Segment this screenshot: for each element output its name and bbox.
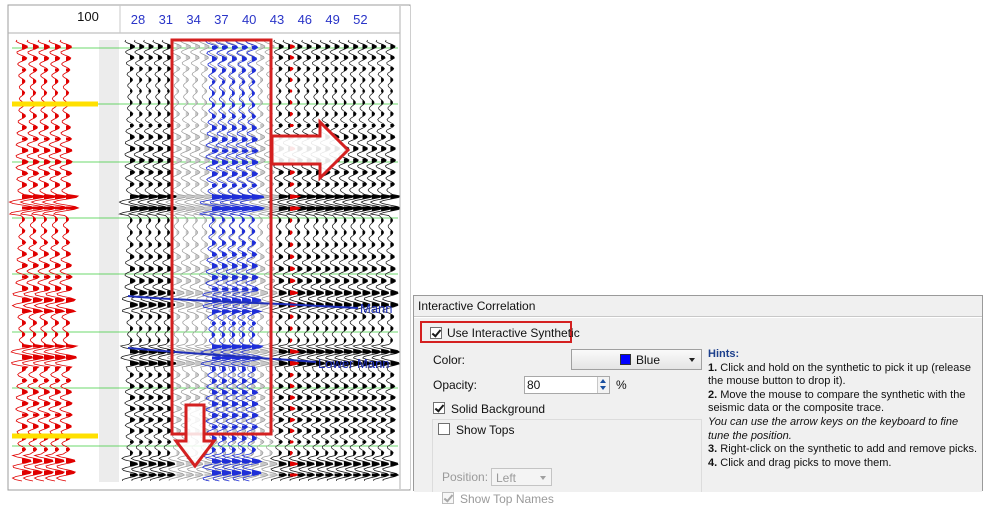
trace-number-label: 43 — [270, 12, 284, 27]
color-dropdown[interactable]: Blue — [571, 349, 702, 370]
trace-number-label: 37 — [214, 12, 228, 27]
opacity-value: 80 — [527, 378, 541, 392]
opacity-unit: % — [616, 378, 627, 392]
trace-number-label: 31 — [159, 12, 173, 27]
trace-number-label: 28 — [131, 12, 145, 27]
position-dropdown[interactable]: Left — [491, 468, 552, 486]
top-marker — [12, 101, 98, 107]
show-top-names-label: Show Top Names — [460, 492, 554, 506]
solid-background-label[interactable]: Solid Background — [451, 402, 545, 416]
panel-title: Interactive Correlation — [414, 296, 982, 317]
use-synthetic-checkbox[interactable] — [430, 327, 442, 339]
chevron-down-icon — [540, 476, 546, 480]
position-label: Position: — [442, 470, 489, 484]
position-value: Left — [496, 471, 517, 485]
opacity-stepper[interactable]: 80 — [524, 376, 610, 394]
show-top-names-checkbox[interactable] — [442, 492, 454, 504]
seismic-view[interactable]: 100 28 31 34 37 40 43 46 49 52 Mann Lower Mann — [0, 0, 412, 499]
trace-number-label: 46 — [298, 12, 312, 27]
hints-block: Hints: 1. Click and hold on the syntheti… — [708, 348, 980, 470]
horizon-label-lower: Lower Mann — [318, 356, 390, 371]
trace-number-label: 49 — [325, 12, 339, 27]
hint-note: You can use the arrow keys on the keyboa… — [708, 415, 959, 442]
hint-line-2: 2. Move the mouse to compare the synthet… — [708, 388, 966, 415]
show-tops-label[interactable]: Show Tops — [456, 423, 514, 437]
arrow-down-icon[interactable] — [600, 386, 606, 390]
horizon-label-upper: Mann — [360, 301, 393, 316]
hints-title: Hints: — [708, 348, 740, 360]
trace-number-label: 52 — [353, 12, 367, 27]
color-label: Color: — [433, 353, 466, 367]
show-tops-checkbox[interactable] — [438, 423, 450, 435]
trace-header-label: 100 — [77, 9, 99, 24]
top-marker — [12, 433, 98, 439]
arrow-up-icon[interactable] — [600, 379, 606, 383]
hint-line-4: 4. Click and drag picks to move them. — [708, 456, 892, 469]
trace-number-label: 40 — [242, 12, 256, 27]
chevron-down-icon — [689, 358, 695, 362]
opacity-label: Opacity: — [433, 378, 478, 392]
color-swatch — [620, 354, 631, 365]
stepper-buttons[interactable] — [597, 377, 609, 393]
hint-line-3: 3. Right-click on the synthetic to add a… — [708, 443, 978, 456]
use-synthetic-label[interactable]: Use Interactive Synthetic — [447, 326, 580, 340]
panel-body: Use Interactive Synthetic Color: Blue Op… — [414, 318, 982, 506]
color-value: Blue — [636, 353, 661, 367]
solid-background-checkbox[interactable] — [433, 402, 445, 414]
trace-number-label: 34 — [186, 12, 200, 27]
interactive-correlation-panel: Interactive Correlation Use Interactive … — [413, 295, 983, 506]
hint-line-1: 1. Click and hold on the synthetic to pi… — [708, 361, 971, 388]
